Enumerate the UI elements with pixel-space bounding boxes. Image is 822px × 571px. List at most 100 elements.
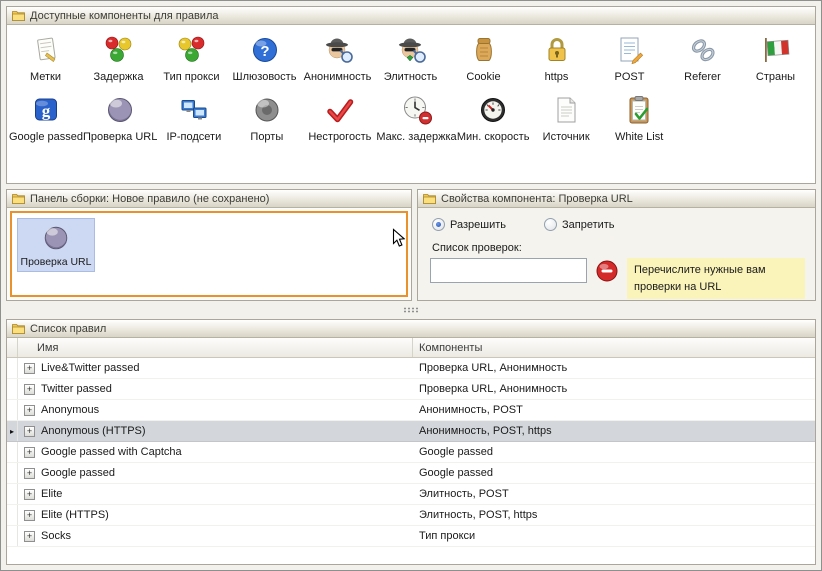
component-item-delay[interactable]: Задержка <box>82 34 155 83</box>
component-item-countries[interactable]: Страны <box>739 34 812 83</box>
properties-panel: Свойства компонента: Проверка URL Разреш… <box>417 189 816 301</box>
expand-icon[interactable]: + <box>24 384 35 395</box>
component-item-min-speed[interactable]: Мин. скорость <box>457 94 530 143</box>
radio-allow[interactable]: Разрешить <box>432 218 506 231</box>
horizontal-splitter[interactable] <box>6 306 816 314</box>
component-label: Referer <box>684 71 721 83</box>
rules-table-body: +Live&Twitter passed Проверка URL, Анони… <box>7 358 815 564</box>
expand-icon[interactable]: + <box>24 405 35 416</box>
expand-icon[interactable]: + <box>24 447 35 458</box>
component-item-proxy-type[interactable]: Тип прокси <box>155 34 228 83</box>
component-item-ip-subnets[interactable]: IP-подсети <box>157 94 230 143</box>
component-item-post[interactable]: POST <box>593 34 666 83</box>
rule-name: Twitter passed <box>41 383 112 395</box>
svg-text:g: g <box>42 102 51 121</box>
component-label: Анонимность <box>304 71 372 83</box>
component-label: Нестрогость <box>308 131 371 143</box>
component-label: Мин. скорость <box>457 131 530 143</box>
component-item-ports[interactable]: Порты <box>230 94 303 143</box>
component-item-referer[interactable]: Referer <box>666 34 739 83</box>
rule-name: Anonymous (HTTPS) <box>41 425 146 437</box>
rules-table-header: Имя Компоненты <box>7 338 815 358</box>
rule-components: Проверка URL, Анонимность <box>412 358 815 378</box>
component-label: Проверка URL <box>83 131 157 143</box>
table-row[interactable]: +Anonymous Анонимность, POST <box>7 400 815 421</box>
component-item-tags[interactable]: Метки <box>9 34 82 83</box>
expand-icon[interactable]: + <box>24 426 35 437</box>
rule-name: Google passed with Captcha <box>41 446 182 458</box>
component-label: White List <box>615 131 663 143</box>
component-item-source[interactable]: Источник <box>530 94 603 143</box>
radio-deny-dot[interactable] <box>544 218 557 231</box>
middle-section: Панель сборки: Новое правило (не сохране… <box>6 189 816 301</box>
checks-row: Перечислите нужные вам проверки на URL <box>430 258 805 299</box>
table-row[interactable]: +Google passed Google passed <box>7 463 815 484</box>
component-item-google-passed[interactable]: g Google passed <box>9 94 83 143</box>
component-item-anonymity[interactable]: Анонимность <box>301 34 374 83</box>
row-marker-gutter <box>7 484 18 504</box>
rule-components: Google passed <box>412 463 815 483</box>
table-row[interactable]: +Socks Тип прокси <box>7 526 815 547</box>
radio-deny[interactable]: Запретить <box>544 218 615 231</box>
component-label: Cookie <box>466 71 500 83</box>
component-label: Источник <box>543 131 590 143</box>
checks-input[interactable] <box>430 258 587 283</box>
component-item-url-check[interactable]: Проверка URL <box>83 94 157 143</box>
component-item-white-list[interactable]: White List <box>603 94 676 143</box>
component-label: Тип прокси <box>163 71 219 83</box>
column-header-name[interactable]: Имя <box>18 338 412 357</box>
components-panel: Доступные компоненты для правила Метки З… <box>6 6 816 184</box>
component-label: Элитность <box>384 71 438 83</box>
table-row[interactable]: + Twitter passed Проверка URL, Анонимност… <box>7 379 815 400</box>
rule-name: Elite (HTTPS) <box>41 509 109 521</box>
rule-components: Анонимность, POST <box>412 400 815 420</box>
folder-icon <box>12 193 25 204</box>
expand-icon[interactable]: + <box>24 510 35 521</box>
component-item-elite[interactable]: Элитность <box>374 34 447 83</box>
rule-name: Elite <box>41 488 62 500</box>
expand-icon[interactable]: + <box>24 468 35 479</box>
https-lock-icon <box>541 34 573 66</box>
radio-allow-label: Разрешить <box>450 219 506 231</box>
column-header-components[interactable]: Компоненты <box>412 338 815 357</box>
component-item-https[interactable]: https <box>520 34 593 83</box>
remove-button[interactable] <box>596 260 618 282</box>
rule-components: Google passed <box>412 442 815 462</box>
component-item-gateway[interactable]: ? Шлюзовость <box>228 34 301 83</box>
component-item-max-delay[interactable]: Макс. задержка <box>376 94 456 143</box>
rule-components: Элитность, POST, https <box>412 505 815 525</box>
expand-icon[interactable]: + <box>24 531 35 542</box>
referer-chain-icon <box>687 34 719 66</box>
row-marker-gutter <box>7 379 18 399</box>
component-item-cookie[interactable]: Cookie <box>447 34 520 83</box>
table-row[interactable]: + Elite (HTTPS) Элитность, POST, https <box>7 505 815 526</box>
properties-panel-title: Свойства компонента: Проверка URL <box>441 193 633 205</box>
build-area[interactable]: Проверка URL <box>7 208 411 300</box>
delay-balls-icon <box>103 34 135 66</box>
build-drop-zone[interactable]: Проверка URL <box>10 211 408 297</box>
expand-icon[interactable]: + <box>24 489 35 500</box>
max-delay-clock-icon <box>401 94 433 126</box>
anonymity-spy-icon <box>322 34 354 66</box>
table-row-selected[interactable]: ▸ +Anonymous (HTTPS) Анонимность, POST, … <box>7 421 815 442</box>
radio-allow-dot[interactable] <box>432 218 445 231</box>
components-panel-header: Доступные компоненты для правила <box>7 7 815 25</box>
row-marker-gutter <box>7 400 18 420</box>
build-item-url-check[interactable]: Проверка URL <box>17 218 95 272</box>
component-item-nonstrict[interactable]: Нестрогость <box>303 94 376 143</box>
url-check-sphere-icon <box>41 223 71 253</box>
ip-subnets-icon <box>178 94 210 126</box>
rules-panel-header: Список правил <box>7 320 815 338</box>
table-row[interactable]: +Live&Twitter passed Проверка URL, Анони… <box>7 358 815 379</box>
cookie-jar-icon <box>468 34 500 66</box>
table-row[interactable]: +Elite Элитность, POST <box>7 484 815 505</box>
component-label: Google passed <box>9 131 83 143</box>
component-label: Страны <box>756 71 795 83</box>
row-marker-gutter <box>7 338 18 357</box>
rule-name: Socks <box>41 530 71 542</box>
build-item-label: Проверка URL <box>21 256 92 268</box>
rule-components: Проверка URL, Анонимность <box>412 379 815 399</box>
table-row[interactable]: + Google passed with Captcha Google passe… <box>7 442 815 463</box>
properties-panel-header: Свойства компонента: Проверка URL <box>418 190 815 208</box>
expand-icon[interactable]: + <box>24 363 35 374</box>
